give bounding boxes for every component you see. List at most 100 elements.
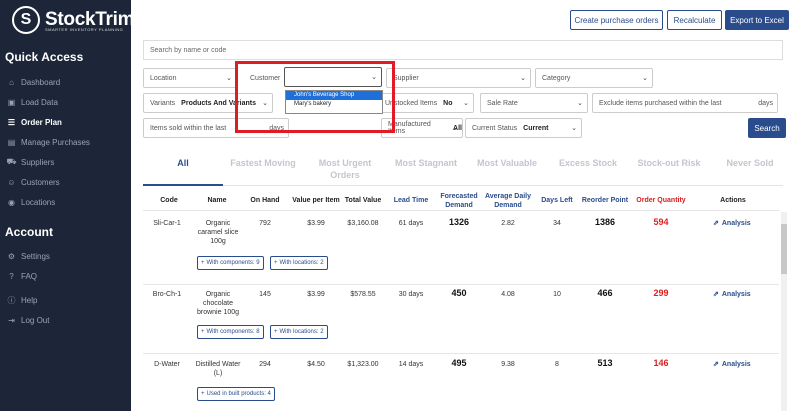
cell-on-hand: 145 — [259, 291, 271, 298]
tab-stock-out-risk[interactable]: Stock-out Risk — [629, 152, 709, 186]
cell-average-daily-demand: 4.08 — [501, 291, 515, 298]
cell-name: Distilled Water (L) — [195, 361, 241, 377]
table-scrollbar[interactable] — [781, 212, 787, 411]
sidebar-item-load-data[interactable]: ▣ Load Data — [7, 94, 58, 110]
with-components-button[interactable]: + With components: 9 — [197, 256, 264, 270]
sidebar-item-order-plan[interactable]: ☰ Order Plan — [7, 114, 62, 130]
sidebar-item-customers[interactable]: ☺ Customers — [7, 174, 59, 190]
with-locations-button[interactable]: + With locations: 2 — [270, 256, 328, 270]
search-button[interactable]: Search — [748, 118, 786, 138]
analysis-button[interactable]: ⇗ Analysis — [713, 290, 751, 299]
category-select[interactable]: Category ⌄ — [535, 68, 653, 88]
with-locations-button[interactable]: + With locations: 2 — [270, 325, 328, 339]
gear-icon: ⚙ — [7, 251, 16, 261]
tab-all[interactable]: All — [143, 152, 223, 186]
cell-days-left: 10 — [553, 291, 561, 298]
chevron-down-icon: ⌄ — [571, 125, 577, 132]
dashboard-icon: ⌂ — [9, 77, 14, 87]
sidebar-item-suppliers[interactable]: ⛟ Suppliers — [6, 154, 54, 170]
sidebar-item-help[interactable]: ⓘ Help — [7, 292, 38, 308]
cell-lead-time: 61 days — [398, 220, 424, 227]
logout-icon: ⇥ — [8, 315, 15, 325]
order-plan-icon: ☰ — [7, 117, 16, 127]
plus-icon: + — [274, 260, 278, 266]
cell-lead-time: 14 days — [398, 361, 424, 368]
col-value-per-item[interactable]: Value per Item — [288, 196, 344, 205]
trend-icon: ⇗ — [713, 291, 719, 298]
red-highlight-box — [235, 61, 395, 133]
tab-excess-stock[interactable]: Excess Stock — [548, 152, 628, 186]
cell-code: Sli-Car-1 — [153, 220, 181, 227]
quick-access-heading: Quick Access — [5, 50, 84, 64]
cell-name: Organic caramel slice 100g — [197, 220, 239, 245]
col-name[interactable]: Name — [197, 196, 237, 205]
sidebar-item-locations[interactable]: ◉ Locations — [7, 194, 55, 210]
cell-average-daily-demand: 2.82 — [501, 220, 515, 227]
search-input[interactable]: Search by name or code — [143, 40, 783, 60]
tab-most-stagnant[interactable]: Most Stagnant — [386, 152, 466, 186]
sidebar-item-dashboard[interactable]: ⌂ Dashboard — [7, 74, 60, 90]
plus-icon: + — [274, 329, 278, 335]
cell-days-left: 34 — [553, 220, 561, 227]
tab-bar: All Fastest Moving Most Urgent Orders Mo… — [143, 152, 783, 186]
cell-value-per-item: $3.99 — [307, 291, 325, 298]
location-select[interactable]: Location ⌄ — [143, 68, 237, 88]
sale-rate-select[interactable]: Sale Rate ⌄ — [480, 93, 588, 113]
exclude-purchased-days-input[interactable]: Exclude items purchased within the last d… — [592, 93, 778, 113]
col-total-value[interactable]: Total Value — [341, 196, 385, 205]
col-days-left[interactable]: Days Left — [536, 196, 578, 205]
cell-lead-time: 30 days — [398, 291, 424, 298]
header-divider — [143, 210, 779, 211]
sidebar: S StockTrim SMARTER INVENTORY PLANNING Q… — [0, 0, 134, 411]
cell-name: Organic chocolate brownie 100g — [196, 291, 240, 316]
analysis-button[interactable]: ⇗ Analysis — [713, 360, 751, 369]
sidebar-item-log-out[interactable]: ⇥ Log Out — [7, 312, 49, 328]
main-content: Create purchase orders Recalculate Expor… — [131, 0, 797, 411]
col-forecasted-demand[interactable]: Forecasted Demand — [434, 192, 484, 210]
cell-on-hand: 792 — [259, 220, 271, 227]
chevron-down-icon: ⌄ — [577, 100, 583, 107]
current-status-select[interactable]: Current Status Current ⌄ — [465, 118, 582, 138]
chevron-down-icon: ⌄ — [642, 75, 648, 82]
sidebar-item-faq[interactable]: ? FAQ — [7, 268, 37, 284]
cell-reorder-point: 1386 — [594, 217, 616, 227]
cell-order-quantity: 146 — [653, 358, 669, 368]
tab-fastest-moving[interactable]: Fastest Moving — [223, 152, 303, 186]
cell-forecasted-demand: 495 — [451, 358, 467, 368]
cell-days-left: 8 — [555, 361, 559, 368]
tab-most-urgent-orders[interactable]: Most Urgent Orders — [305, 152, 385, 186]
logo-icon: S — [12, 6, 40, 34]
plus-icon: + — [201, 391, 205, 397]
sidebar-item-manage-purchases[interactable]: ▤ Manage Purchases — [7, 134, 90, 150]
supplier-select[interactable]: Supplier ⌄ — [386, 68, 531, 88]
sidebar-item-settings[interactable]: ⚙ Settings — [7, 248, 50, 264]
cell-reorder-point: 466 — [597, 288, 613, 298]
col-average-daily-demand[interactable]: Average Daily Demand — [481, 192, 535, 210]
col-code[interactable]: Code — [149, 196, 189, 205]
cell-value-per-item: $4.50 — [307, 361, 325, 368]
scrollbar-thumb[interactable] — [781, 224, 787, 274]
col-lead-time[interactable]: Lead Time — [389, 196, 433, 205]
export-excel-button[interactable]: Export to Excel — [725, 10, 789, 30]
cell-reorder-point: 513 — [597, 358, 613, 368]
cell-value-per-item: $3.99 — [307, 220, 325, 227]
create-purchase-orders-button[interactable]: Create purchase orders — [570, 10, 663, 30]
tab-most-valuable[interactable]: Most Valuable — [467, 152, 547, 186]
col-order-quantity[interactable]: Order Quantity — [631, 196, 691, 205]
chevron-down-icon: ⌄ — [226, 75, 232, 82]
cell-forecasted-demand: 450 — [451, 288, 467, 298]
faq-icon: ? — [9, 271, 14, 281]
col-reorder-point[interactable]: Reorder Point — [577, 196, 633, 205]
with-components-button[interactable]: + With components: 8 — [197, 325, 264, 339]
help-icon: ⓘ — [7, 295, 16, 305]
cell-code: Bro-Ch-1 — [152, 291, 182, 298]
analysis-button[interactable]: ⇗ Analysis — [713, 219, 751, 228]
customers-icon: ☺ — [7, 177, 16, 187]
recalculate-button[interactable]: Recalculate — [667, 10, 722, 30]
col-on-hand[interactable]: On Hand — [247, 196, 283, 205]
used-in-built-products-button[interactable]: + Used in built products: 4 — [197, 387, 275, 401]
cell-total-value: $1,323.00 — [347, 361, 379, 368]
cell-order-quantity: 299 — [653, 288, 669, 298]
tab-never-sold[interactable]: Never Sold — [710, 152, 790, 186]
plus-icon: + — [201, 260, 205, 266]
